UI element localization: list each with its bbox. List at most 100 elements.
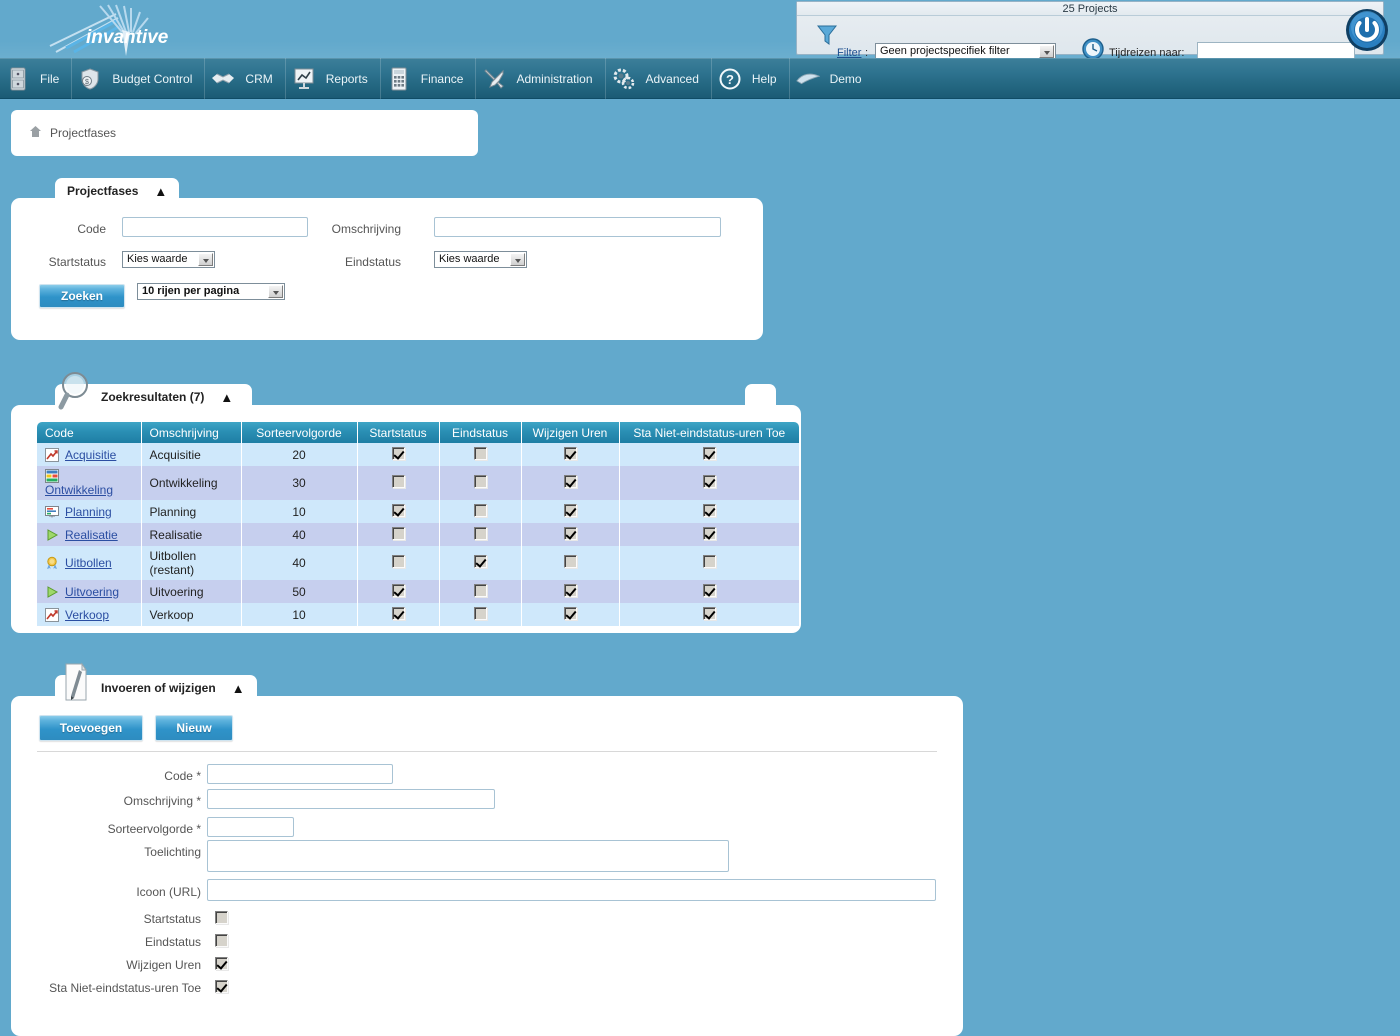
eindstatus-checkbox[interactable] <box>473 526 487 540</box>
wijzigen-uren-checkbox[interactable] <box>563 503 577 517</box>
divider <box>37 751 937 752</box>
field-sorteervolgorde-input[interactable] <box>207 817 294 837</box>
eindstatus-checkbox[interactable] <box>473 446 487 460</box>
sta-niet-eindstatus-checkbox[interactable] <box>702 446 716 460</box>
field-label-omschrijving: Omschrijving * <box>123 794 201 808</box>
tab-projectfases[interactable]: Projectfases ▲ <box>55 178 180 204</box>
filter-link[interactable]: Filter <box>837 47 861 58</box>
sta-niet-eindstatus-checkbox[interactable] <box>702 503 716 517</box>
table-row[interactable]: Realisatie Realisatie 40 <box>37 523 799 546</box>
sta-niet-eindstatus-checkbox[interactable] <box>702 526 716 540</box>
table-row[interactable]: Planning Planning 10 <box>37 500 799 523</box>
eindstatus-checkbox[interactable] <box>473 555 487 568</box>
wijzigen-uren-checkbox[interactable] <box>563 583 577 597</box>
sta-niet-eindstatus-checkbox[interactable] <box>702 583 716 597</box>
menu-item-help[interactable]: ? Help <box>712 58 790 99</box>
code-input[interactable] <box>122 217 308 237</box>
eindstatus-checkbox[interactable] <box>473 475 487 488</box>
col-sorteervolgorde[interactable]: Sorteervolgorde <box>240 422 358 443</box>
chevron-down-icon[interactable] <box>198 253 213 266</box>
eindstatus-checkbox[interactable] <box>473 503 487 517</box>
table-row[interactable]: Verkoop Verkoop 10 <box>37 603 799 626</box>
cell-code[interactable]: Realisatie <box>37 523 142 546</box>
table-row[interactable]: Ontwikkeling Ontwikkeling 30 <box>37 466 799 500</box>
table-row[interactable]: Uitbollen Uitbollen (restant) 40 <box>37 546 799 580</box>
code-link[interactable]: Uitbollen <box>65 556 112 570</box>
wijzigen-uren-checkbox[interactable] <box>563 606 577 620</box>
col-eindstatus[interactable]: Eindstatus <box>438 422 522 443</box>
wijzigen-uren-checkbox[interactable] <box>563 446 577 460</box>
menu-item-administration[interactable]: Administration <box>476 58 606 99</box>
eindstatus-value: Kies waarde <box>439 253 500 265</box>
col-startstatus[interactable]: Startstatus <box>356 422 440 443</box>
table-row[interactable]: Uitvoering Uitvoering 50 <box>37 580 799 603</box>
sta-niet-eindstatus-checkbox[interactable] <box>702 475 716 488</box>
col-wijzigen-uren[interactable]: Wijzigen Uren <box>520 422 620 443</box>
sta-niet-eindstatus-checkbox[interactable] <box>702 606 716 620</box>
chevron-down-icon[interactable] <box>510 253 525 266</box>
field-omschrijving-input[interactable] <box>207 789 495 809</box>
col-sta-niet-eindstatus[interactable]: Sta Niet-eindstatus-uren Toe <box>618 422 799 443</box>
nieuw-button[interactable]: Nieuw <box>155 715 233 741</box>
cell-code[interactable]: Uitbollen <box>37 546 142 580</box>
startstatus-checkbox[interactable] <box>391 606 405 620</box>
chevron-up-icon[interactable]: ▲ <box>154 184 167 199</box>
field-eindstatus-checkbox[interactable] <box>215 934 228 947</box>
home-icon[interactable] <box>29 125 42 141</box>
code-link[interactable]: Verkoop <box>65 608 109 622</box>
code-link[interactable]: Ontwikkeling <box>45 483 113 497</box>
toevoegen-button[interactable]: Toevoegen <box>39 715 143 741</box>
menu-item-advanced[interactable]: Advanced <box>606 58 712 99</box>
project-filter-select[interactable]: Geen projectspecifiek filter <box>875 43 1056 58</box>
cell-code[interactable]: Uitvoering <box>37 580 142 603</box>
chevron-down-icon[interactable] <box>1039 45 1054 58</box>
omschrijving-input[interactable] <box>434 217 721 237</box>
rows-per-page-select[interactable]: 10 rijen per pagina <box>137 283 285 300</box>
field-code-input[interactable] <box>207 764 393 784</box>
code-link[interactable]: Planning <box>65 505 112 519</box>
cell-code[interactable]: Planning <box>37 500 142 523</box>
startstatus-checkbox[interactable] <box>391 526 405 540</box>
menu-item-file[interactable]: File <box>0 58 73 99</box>
eindstatus-checkbox[interactable] <box>473 606 487 620</box>
table-row[interactable]: Acquisitie Acquisitie 20 <box>37 443 799 466</box>
cell-wijzigen-uren <box>521 443 620 466</box>
wijzigen-uren-checkbox[interactable] <box>563 526 577 540</box>
startstatus-checkbox[interactable] <box>391 583 405 597</box>
menu-item-budget-control[interactable]: $ Budget Control <box>72 58 206 99</box>
startstatus-checkbox[interactable] <box>391 555 405 568</box>
chevron-up-icon[interactable]: ▲ <box>220 390 233 405</box>
eindstatus-checkbox[interactable] <box>473 583 487 597</box>
field-toelichting-textarea[interactable] <box>207 840 729 872</box>
chevron-up-icon[interactable]: ▲ <box>232 681 245 696</box>
cell-eindstatus <box>439 466 522 500</box>
startstatus-checkbox[interactable] <box>391 446 405 460</box>
code-link[interactable]: Uitvoering <box>65 585 119 599</box>
menu-item-crm[interactable]: CRM <box>205 58 286 99</box>
col-omschrijving[interactable]: Omschrijving <box>140 422 242 443</box>
col-code[interactable]: Code <box>37 422 142 443</box>
startstatus-checkbox[interactable] <box>391 475 405 488</box>
eindstatus-select[interactable]: Kies waarde <box>434 251 527 268</box>
cell-code[interactable]: Acquisitie <box>37 443 142 466</box>
menu-item-finance[interactable]: Finance <box>381 58 477 99</box>
wijzigen-uren-checkbox[interactable] <box>563 475 577 488</box>
field-sta-niet-checkbox[interactable] <box>215 980 228 993</box>
code-link[interactable]: Acquisitie <box>65 448 116 462</box>
field-icoon-input[interactable] <box>207 879 936 901</box>
chevron-down-icon[interactable] <box>268 285 283 298</box>
timetravel-input[interactable] <box>1197 42 1355 58</box>
field-startstatus-checkbox[interactable] <box>215 911 228 924</box>
code-link[interactable]: Realisatie <box>65 528 118 542</box>
menu-item-demo[interactable]: Demo <box>790 58 874 99</box>
sta-niet-eindstatus-checkbox[interactable] <box>702 555 716 568</box>
field-wijzigen-uren-checkbox[interactable] <box>215 957 228 970</box>
startstatus-select[interactable]: Kies waarde <box>122 251 215 268</box>
search-button[interactable]: Zoeken <box>39 284 125 308</box>
menu-item-reports[interactable]: Reports <box>286 58 381 99</box>
cell-code[interactable]: Verkoop <box>37 603 142 626</box>
cell-code[interactable]: Ontwikkeling <box>37 466 142 500</box>
wijzigen-uren-checkbox[interactable] <box>563 555 577 568</box>
power-icon[interactable] <box>1345 8 1389 52</box>
startstatus-checkbox[interactable] <box>391 503 405 517</box>
